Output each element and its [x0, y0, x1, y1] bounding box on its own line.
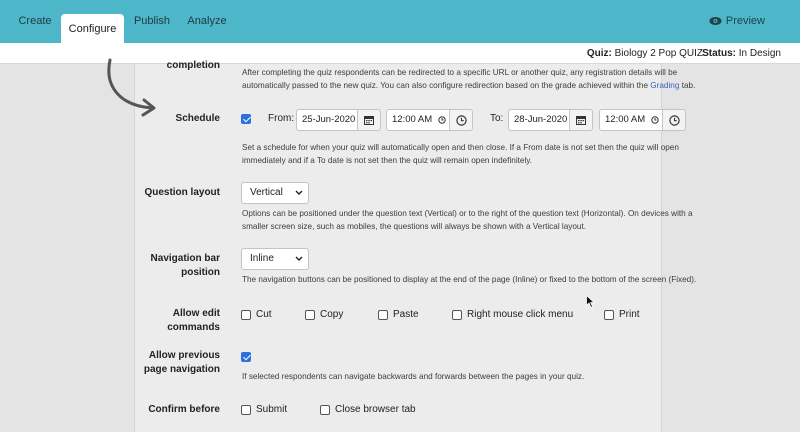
grading-link[interactable]: Grading	[650, 81, 679, 90]
clock-icon	[668, 114, 680, 126]
right-click-menu-checkbox[interactable]	[452, 310, 462, 320]
completion-help: After completing the quiz respondents ca…	[242, 68, 696, 90]
annotation-arrow-icon	[107, 58, 156, 117]
allow-previous-label: Allow previous page navigation	[143, 350, 220, 375]
chevron-down-icon	[295, 256, 303, 261]
top-nav-bar: Create Configure Publish Analyze Preview	[0, 0, 800, 44]
question-layout-select[interactable]: Vertical	[241, 182, 309, 204]
to-date-picker-button[interactable]	[569, 109, 593, 131]
calendar-icon	[364, 116, 374, 125]
quiz-name-info: Quiz: Biology 2 Pop QUIZ	[586, 48, 703, 59]
clock-icon	[455, 114, 467, 126]
nav-bar-position-label: Navigation bar position	[150, 253, 220, 278]
from-label: From:	[268, 113, 295, 124]
copy-label: Copy	[320, 309, 344, 320]
tab-configure[interactable]: Configure	[61, 14, 124, 44]
nav-bar-position-help: The navigation buttons can be positioned…	[242, 275, 697, 284]
calendar-icon	[576, 116, 586, 125]
submit-label: Submit	[256, 404, 288, 415]
paste-checkbox[interactable]	[378, 310, 388, 320]
preview-button[interactable]: Preview	[709, 0, 765, 43]
submit-checkbox[interactable]	[241, 405, 251, 415]
allow-edit-label: Allow edit commands	[167, 308, 220, 333]
clock-small-icon	[651, 116, 659, 124]
mouse-cursor-icon	[586, 295, 595, 308]
nav-bar-position-select[interactable]: Inline	[241, 248, 309, 270]
copy-checkbox[interactable]	[305, 310, 315, 320]
close-browser-tab-checkbox[interactable]	[320, 405, 330, 415]
tab-analyze[interactable]: Analyze	[180, 0, 234, 43]
schedule-checkbox[interactable]	[241, 114, 251, 124]
question-layout-label: Question layout	[144, 187, 220, 198]
quiz-status: In Design	[738, 48, 781, 59]
question-layout-help: Options can be positioned under the ques…	[242, 209, 693, 231]
print-label: Print	[619, 309, 640, 320]
quiz-status-info: Status: In Design	[702, 48, 781, 59]
to-label: To:	[490, 113, 504, 124]
from-date-input[interactable]: 25-Jun-2020	[296, 109, 358, 131]
to-date-input[interactable]: 28-Jun-2020	[508, 109, 570, 131]
chevron-down-icon	[295, 190, 303, 195]
tab-publish[interactable]: Publish	[126, 0, 178, 43]
cut-label: Cut	[256, 309, 272, 320]
eye-icon	[709, 17, 722, 26]
preview-label: Preview	[725, 15, 765, 27]
quiz-name: Biology 2 Pop QUIZ	[614, 48, 703, 59]
to-time-picker-button[interactable]	[662, 109, 686, 131]
paste-label: Paste	[393, 309, 419, 320]
allow-previous-checkbox[interactable]	[241, 352, 251, 362]
close-browser-tab-label: Close browser tab	[335, 404, 416, 415]
from-time-picker-button[interactable]	[449, 109, 473, 131]
right-click-menu-label: Right mouse click menu	[467, 309, 574, 320]
print-checkbox[interactable]	[604, 310, 614, 320]
clock-small-icon	[438, 116, 446, 124]
confirm-before-label: Confirm before	[148, 404, 220, 415]
schedule-help: Set a schedule for when your quiz will a…	[242, 143, 679, 165]
cut-checkbox[interactable]	[241, 310, 251, 320]
from-date-picker-button[interactable]	[357, 109, 381, 131]
tab-create[interactable]: Create	[10, 0, 60, 43]
allow-previous-help: If selected respondents can navigate bac…	[242, 372, 585, 381]
